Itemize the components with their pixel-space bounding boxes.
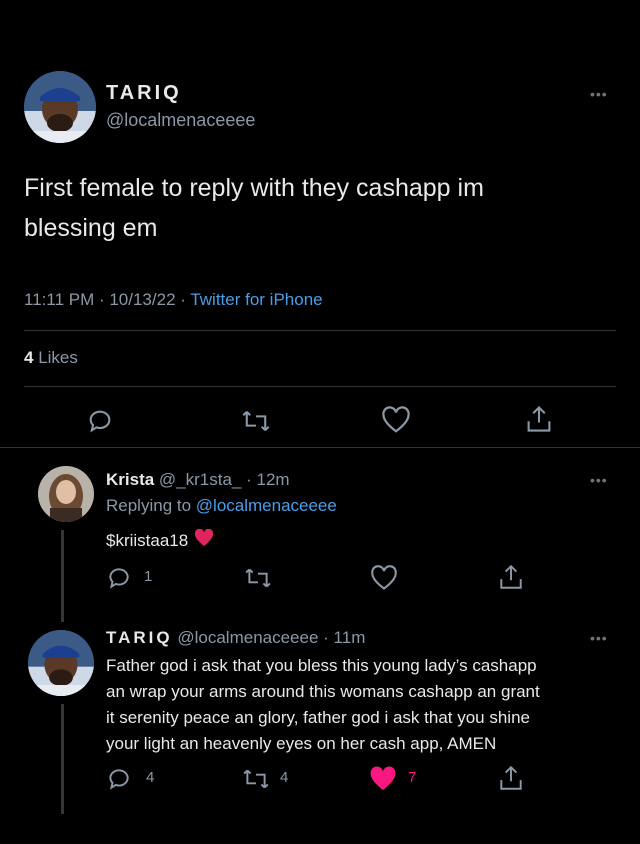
replying-to-handle[interactable]: @localmenaceeee [196,496,337,515]
tweet-meta: 11:11 PM · 10/13/22 · Twitter for iPhone [24,290,323,310]
reply-count: 4 [146,769,155,786]
more-options-icon[interactable]: ••• [590,472,608,488]
red-heart-emoji-icon [194,528,214,552]
reply-avatar-krista[interactable] [38,466,94,522]
reply-text-line-1: Father god i ask that you bless this you… [106,656,537,675]
reply-time[interactable]: · 11m [323,628,365,647]
liked-heart-icon[interactable] [369,766,397,792]
tweet-text-line-1: First female to reply with they cashapp … [24,174,484,202]
likes-label: Likes [33,348,78,367]
reply-text: $kriistaa18 [106,528,214,552]
share-icon[interactable] [498,764,524,792]
reply-header: TARIQ @localmenaceeee · 11m [106,628,365,648]
tweet-timestamp[interactable]: 11:11 PM · 10/13/22 · [24,290,190,309]
replying-to-label: Replying to [106,496,196,515]
divider [24,330,616,331]
reply-text-line-2: an wrap your arms around this womans cas… [106,682,540,701]
reply-icon[interactable] [106,766,132,792]
tweet-source-link[interactable]: Twitter for iPhone [190,290,322,309]
likes-summary[interactable]: 4 Likes [24,348,78,368]
like-count: 7 [408,769,417,786]
reply-author-handle[interactable]: @localmenaceeee [177,628,318,647]
tweet-text-line-2: blessing em [24,214,158,242]
reply-text-line-4: your light an heavenly eyes on her cash … [106,734,497,753]
like-icon[interactable] [381,406,411,434]
reply-icon[interactable] [106,565,132,591]
retweet-icon[interactable] [241,407,271,435]
more-options-icon[interactable]: ••• [590,86,608,102]
retweet-count: 4 [280,769,289,786]
replying-to: Replying to @localmenaceeee [106,496,337,516]
reply-count: 1 [144,568,153,585]
reply-time[interactable]: · 12m [246,470,289,489]
thread-line [61,530,64,622]
share-icon[interactable] [525,404,553,434]
divider [0,447,640,448]
author-handle[interactable]: @localmenaceeee [106,110,255,131]
retweet-icon[interactable] [242,766,270,792]
divider [24,386,616,387]
reply-text-line-3: it serenity peace an glory, father god i… [106,708,530,727]
reply-author-name[interactable]: TARIQ [106,628,173,647]
reply-header: Krista @_kr1sta_ · 12m [106,470,290,490]
like-icon[interactable] [370,565,398,591]
share-icon[interactable] [498,563,524,591]
retweet-icon[interactable] [244,565,272,591]
reply-icon[interactable] [86,407,114,435]
more-options-icon[interactable]: ••• [590,630,608,646]
reply-author-name[interactable]: Krista [106,470,154,489]
reply-avatar-tariq[interactable] [28,630,94,696]
thread-line [61,704,64,814]
reply-author-handle[interactable]: @_kr1sta_ [159,470,241,489]
author-name[interactable]: TARIQ [106,82,182,105]
cashtag-text: $kriistaa18 [106,530,189,550]
author-avatar[interactable] [24,71,96,143]
